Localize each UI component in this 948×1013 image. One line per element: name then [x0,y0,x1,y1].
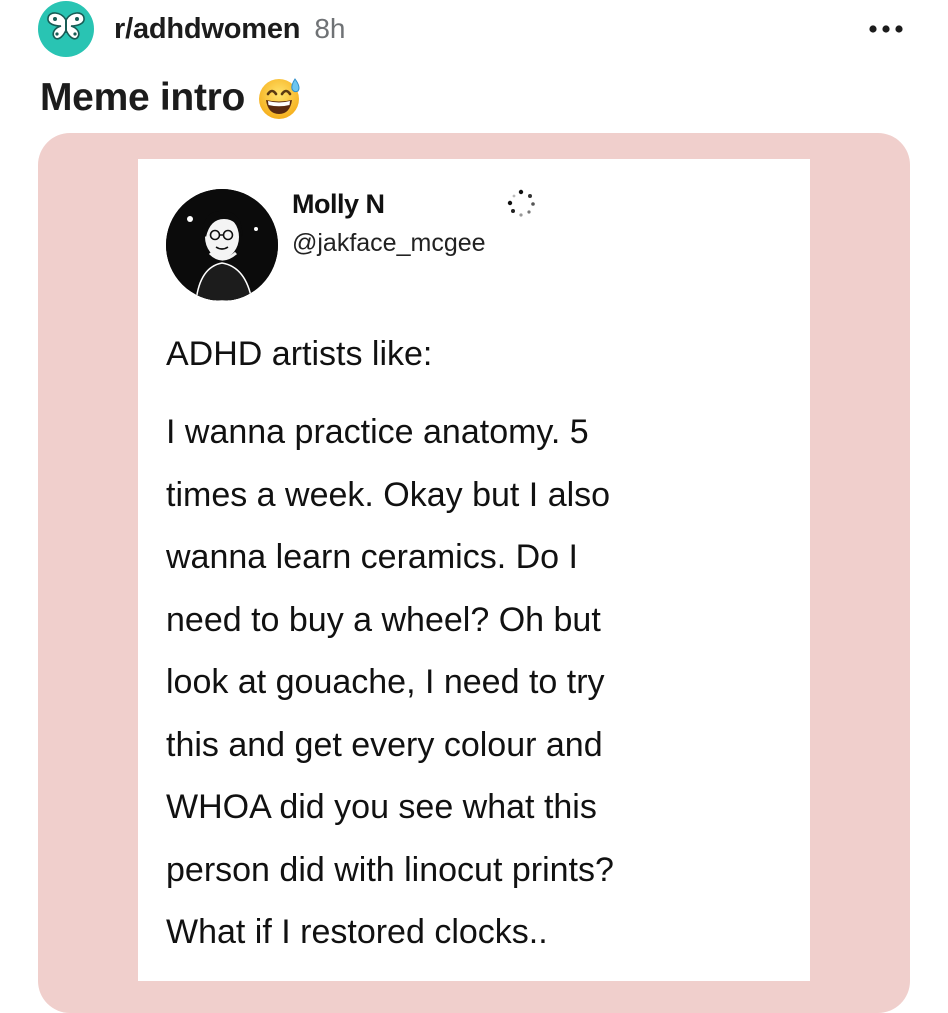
loading-spinner-icon [506,189,536,224]
grinning-sweat-emoji-icon [257,75,303,121]
tweet-body-line: this and get every colour and [166,725,603,764]
post-title[interactable]: Meme intro [40,72,303,124]
tweet-body-line: wanna learn ceramics. Do I [166,538,578,576]
post-title-text: Meme intro [40,76,246,119]
tweet-body-line: look at gouache, I need to try [166,663,605,701]
tweet-body-line: person did with linocut prints? [166,850,614,889]
subreddit-avatar[interactable] [38,1,94,57]
more-options-button[interactable] [866,15,906,43]
tweet-screenshot: Molly N @jakface_mcgee ADHD artists like… [138,159,810,981]
post-header: r/adhdwomen 8h [38,1,908,57]
butterfly-icon [46,11,86,48]
subreddit-name[interactable]: r/adhdwomen [114,13,301,46]
tweet-author-handle: @jakface_mcgee [292,229,486,257]
tweet-intro-text: ADHD artists like: [166,335,433,373]
post-media-image[interactable]: Molly N @jakface_mcgee ADHD artists like… [38,133,910,1013]
tweet-body-text: I wanna practice anatomy. 5 times a week… [166,401,776,964]
tweet-body-line: WHOA did you see what this [166,788,597,826]
tweet-body-line: What if I restored clocks.. [166,913,548,951]
more-horizontal-icon [869,20,903,38]
tweet-body-line: times a week. Okay but I also [166,475,611,514]
post-age: 8h [314,13,346,44]
tweet-author-name: Molly N [292,189,385,219]
tweet-avatar [166,189,278,301]
tweet-body-line: need to buy a wheel? Oh but [166,600,601,639]
tweet-body-line: I wanna practice anatomy. 5 [166,413,589,451]
